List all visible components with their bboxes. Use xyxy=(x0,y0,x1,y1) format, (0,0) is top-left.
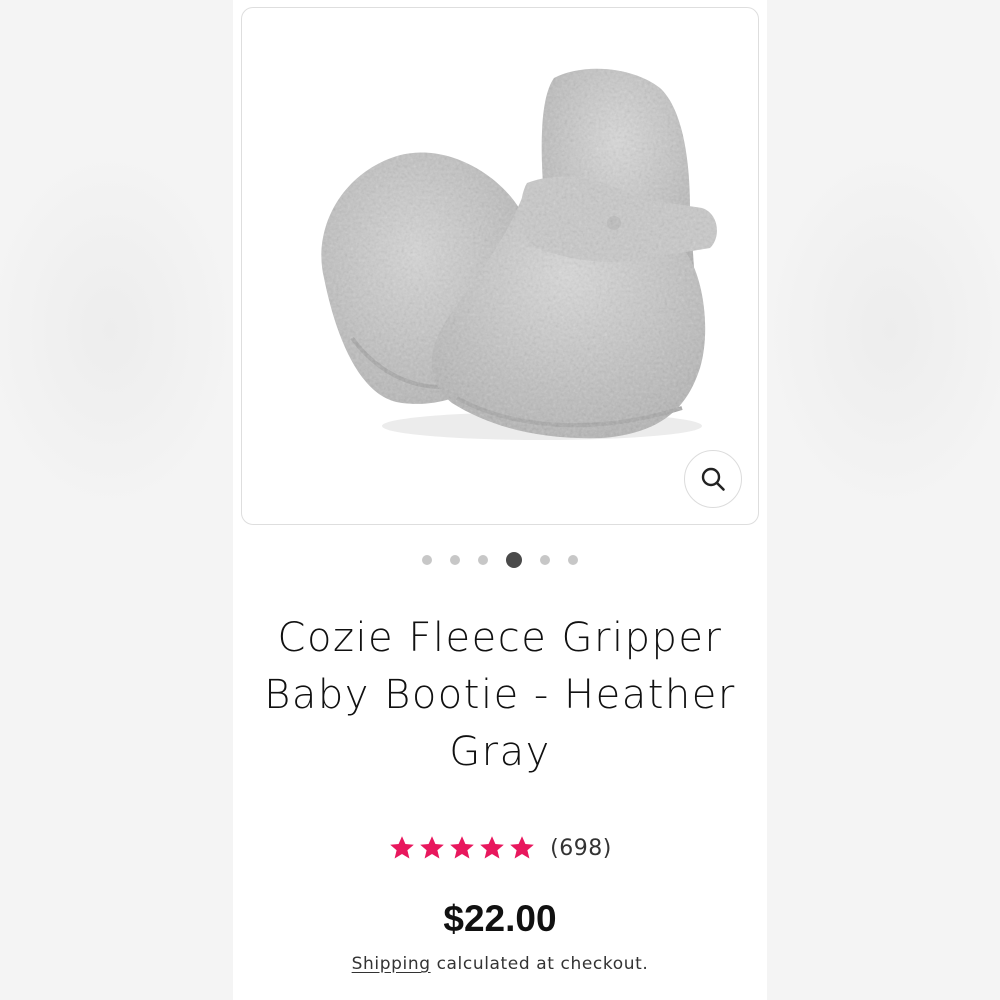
star-rating xyxy=(388,834,536,862)
shipping-link[interactable]: Shipping xyxy=(352,954,431,974)
gallery-dot[interactable] xyxy=(540,555,550,565)
gallery-dot-active[interactable] xyxy=(506,552,522,568)
gallery-dot[interactable] xyxy=(422,555,432,565)
gallery-dot[interactable] xyxy=(568,555,578,565)
star-icon xyxy=(450,836,474,859)
zoom-button[interactable] xyxy=(684,450,742,508)
star-icon xyxy=(480,836,504,859)
gallery-pagination xyxy=(233,550,767,570)
gallery-dot[interactable] xyxy=(450,555,460,565)
product-rating[interactable]: (698) xyxy=(233,834,767,862)
product-image-card[interactable] xyxy=(241,7,759,525)
review-count[interactable]: (698) xyxy=(550,836,612,861)
star-icon xyxy=(510,836,534,859)
product-price: $22.00 xyxy=(443,898,557,939)
search-icon xyxy=(701,467,725,491)
star-icon xyxy=(420,836,444,859)
shipping-text: calculated at checkout. xyxy=(430,954,649,974)
gallery-dot[interactable] xyxy=(478,555,488,565)
shipping-note: Shipping calculated at checkout. xyxy=(233,954,767,974)
product-page: Cozie Fleece Gripper Baby Bootie - Heath… xyxy=(233,0,767,1000)
star-icon xyxy=(390,836,414,859)
product-image[interactable] xyxy=(242,8,758,524)
product-title: Cozie Fleece Gripper Baby Bootie - Heath… xyxy=(264,615,736,775)
